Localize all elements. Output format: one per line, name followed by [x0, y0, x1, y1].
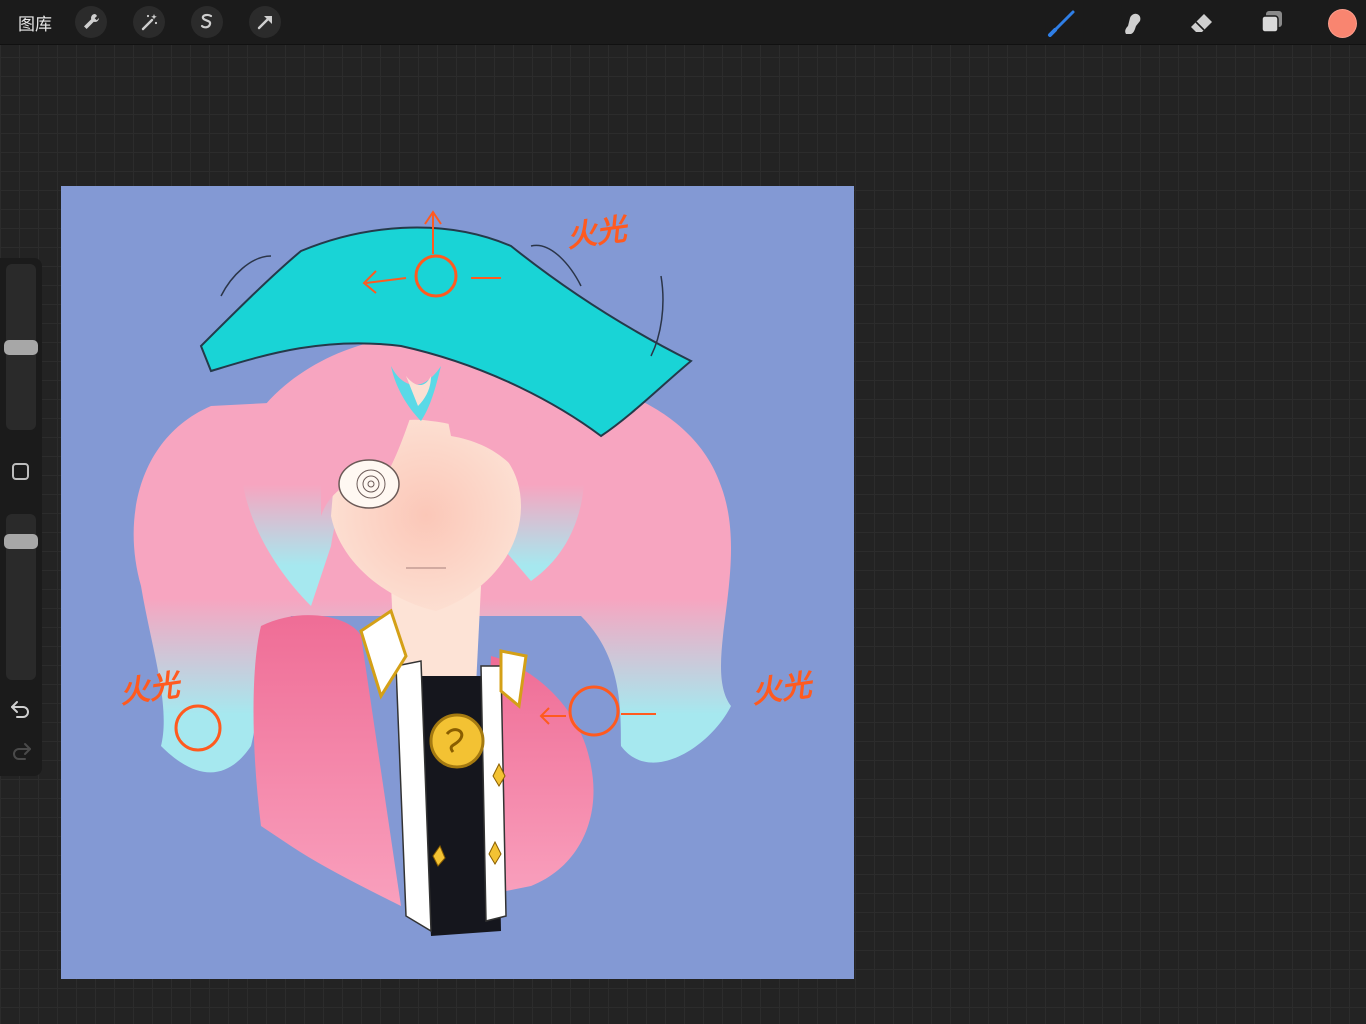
selection-icon — [200, 13, 213, 29]
color-picker-button[interactable] — [1328, 9, 1357, 38]
smudge-tool-button[interactable] — [1114, 4, 1150, 40]
eye — [338, 459, 400, 509]
eraser-tool-button[interactable] — [1184, 4, 1220, 40]
brush-tool-button[interactable] — [1044, 4, 1080, 40]
annotation-text: 火光 — [749, 667, 814, 711]
annotation-text: 火光 — [117, 667, 182, 711]
smudge-icon — [1125, 13, 1141, 34]
right-strap — [480, 665, 507, 922]
modify-button[interactable] — [12, 463, 29, 480]
sidebar — [0, 258, 42, 776]
redo-icon[interactable] — [9, 740, 33, 762]
transform-button[interactable] — [249, 6, 281, 38]
transform-icon — [257, 16, 272, 30]
undo-icon[interactable] — [9, 698, 33, 720]
artwork — [133, 210, 731, 936]
wrench-icon — [84, 14, 99, 29]
magic-wand-icon — [141, 14, 158, 31]
adjustments-button[interactable] — [133, 6, 165, 38]
layers-button[interactable] — [1254, 4, 1290, 40]
gallery-button[interactable]: 图库 — [18, 10, 52, 35]
annotation-text: 火光 — [564, 211, 629, 255]
opacity-thumb[interactable] — [4, 533, 38, 549]
layers-icon — [1261, 11, 1282, 33]
eraser-icon — [1191, 14, 1212, 32]
brush-size-thumb[interactable] — [4, 339, 38, 355]
selection-button[interactable] — [191, 6, 223, 38]
drawing-canvas[interactable]: 火光 火光 火光 — [61, 186, 854, 979]
top-toolbar: 图库 — [0, 0, 1366, 45]
actions-button[interactable] — [75, 6, 107, 38]
brush-icon — [1048, 10, 1075, 37]
